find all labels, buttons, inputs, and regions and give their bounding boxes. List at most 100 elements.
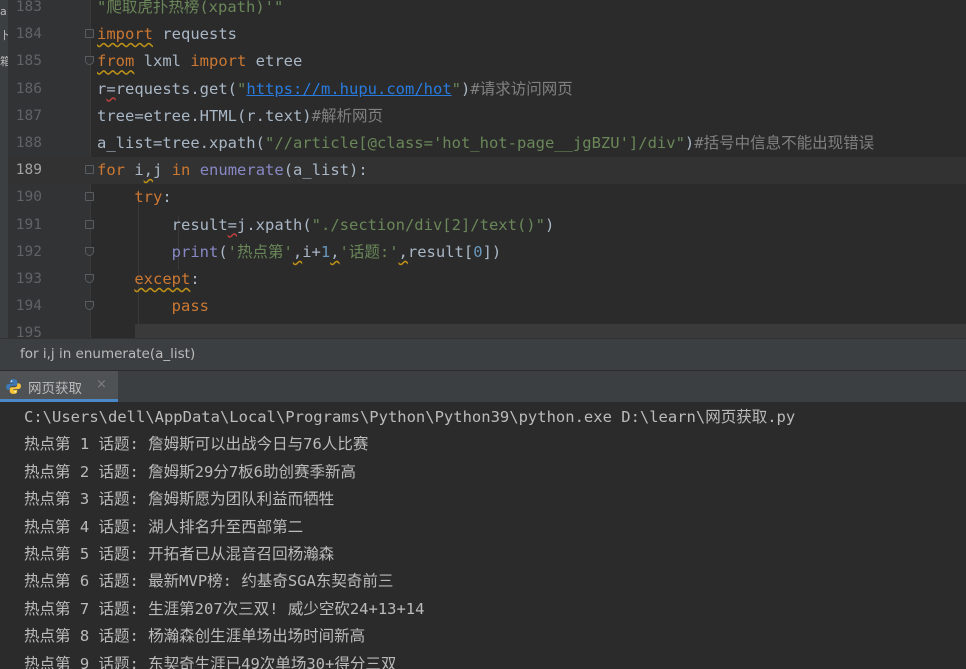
code-token: #请求访问网页 <box>470 79 573 98</box>
code-token: r <box>97 79 107 98</box>
line-number[interactable]: 193 <box>8 266 42 293</box>
code-text: "爬取虎扑热榜(xpath)'" <box>97 0 283 21</box>
code-line[interactable]: 192 print('热点第',i+1,'话题:',result[0]) <box>8 239 966 266</box>
code-token: , <box>398 242 408 261</box>
code-token: ]) <box>482 242 502 261</box>
edge-label-1[interactable]: a <box>0 6 8 18</box>
line-number[interactable]: 190 <box>8 184 42 211</box>
code-editor[interactable]: 183 "爬取虎扑热榜(xpath)'" 184 import requests 185… <box>8 0 966 338</box>
breadcrumb: for i,j in enumerate(a_list) <box>0 338 966 370</box>
line-number[interactable]: 192 <box>8 239 42 266</box>
line-number[interactable]: 184 <box>8 21 42 48</box>
code-line[interactable]: 183 "爬取虎扑热榜(xpath)'" <box>8 0 966 21</box>
fold-marker-icon[interactable] <box>85 219 94 229</box>
code-line[interactable]: 186 r=requests.get( "https://m.hupu.com/ho… <box>8 76 966 103</box>
code-line[interactable]: 194 pass <box>8 293 966 320</box>
code-text: result=j.xpath("./section/div[2]/text()"… <box>97 212 555 239</box>
code-text: for i,j in enumerate(a_list): <box>97 157 368 184</box>
code-token: = <box>227 215 237 234</box>
code-token: https://m.hupu.com/hot <box>246 79 452 98</box>
code-text: try: <box>97 184 171 211</box>
code-token: in <box>171 161 191 180</box>
line-number[interactable]: 194 <box>8 293 42 320</box>
code-token: 0 <box>473 242 483 261</box>
edge-label-2[interactable]: 卜 <box>0 30 8 42</box>
line-number[interactable]: 187 <box>8 103 42 130</box>
code-token: i+ <box>302 242 321 261</box>
line-number[interactable]: 183 <box>8 0 42 21</box>
code-text: import requests <box>97 21 237 48</box>
code-token: "./section/div[2]/text()" <box>311 215 545 234</box>
code-token: j <box>153 161 172 180</box>
edge-label-3[interactable]: 箱 <box>0 56 8 68</box>
line-number[interactable]: 188 <box>8 130 42 157</box>
horizontal-scrollbar[interactable] <box>135 324 966 338</box>
code-line[interactable]: 187 tree=etree.HTML(r.text)#解析网页 <box>8 103 966 130</box>
fold-marker-icon[interactable] <box>85 246 94 256</box>
code-token: "//article[@class='hot_hot-page__jgBZU']… <box>264 134 685 152</box>
code-token: print <box>171 242 219 261</box>
fold-marker-icon[interactable] <box>85 29 94 39</box>
code-token: pass <box>171 297 209 316</box>
code-line[interactable]: 191 result=j.xpath("./section/div[2]/tex… <box>8 212 966 239</box>
code-token: except <box>134 270 191 288</box>
code-token: try <box>134 188 163 207</box>
close-icon[interactable]: × <box>96 377 107 392</box>
code-token: , <box>292 242 303 261</box>
code-line[interactable]: 188 a_list=tree.xpath("//article[@class='… <box>8 130 966 157</box>
code-token: requests.get( <box>115 79 238 98</box>
code-line[interactable]: 184 import requests <box>8 21 966 48</box>
fold-marker-icon[interactable] <box>85 192 94 202</box>
fold-marker-icon[interactable] <box>85 165 94 175</box>
code-token: for <box>97 161 125 180</box>
line-number[interactable]: 195 <box>8 320 42 338</box>
console-command-line: C:\Users\dell\AppData\Local\Programs\Pyt… <box>24 408 796 426</box>
code-token: lxml <box>134 52 191 71</box>
console-output-line: 热点第 6 话题: 最新MVP榜: 约基奇SGA东契奇前三 <box>24 572 394 591</box>
run-tab-webpage-fetch[interactable]: 网页获取 × <box>0 371 118 402</box>
code-token: " <box>451 79 462 98</box>
code-token: ) <box>684 134 695 152</box>
fold-marker-icon[interactable] <box>85 301 94 311</box>
breadcrumb-item[interactable]: for i,j in enumerate(a_list) <box>20 346 195 362</box>
code-text: tree=etree.HTML(r.text)#解析网页 <box>97 103 383 130</box>
console-output-line: 热点第 5 话题: 开拓者已从混音召回杨瀚森 <box>24 545 335 563</box>
run-console-output[interactable]: C:\Users\dell\AppData\Local\Programs\Pyt… <box>0 402 966 669</box>
line-number[interactable]: 185 <box>8 48 42 75</box>
line-number[interactable]: 189 <box>8 157 42 184</box>
console-output-line: 热点第 9 话题: 东契奇生涯已49次单场30+得分三双 <box>24 654 397 669</box>
code-text: print('热点第',i+1,'话题:',result[0]) <box>97 239 502 266</box>
code-token: , <box>143 161 154 180</box>
console-output-line: 热点第 8 话题: 杨瀚森创生涯单场出场时间新高 <box>24 627 366 646</box>
line-number[interactable]: 186 <box>8 76 42 103</box>
run-tab-label: 网页获取 <box>28 381 82 397</box>
code-token: requests <box>153 25 237 44</box>
code-line[interactable]: 193 except: <box>8 266 966 293</box>
console-output-line: 热点第 1 话题: 詹姆斯可以出战今日与76人比赛 <box>24 435 369 454</box>
code-line[interactable]: 185 from lxml import etree <box>8 48 966 75</box>
code-token: #解析网页 <box>311 106 383 125</box>
code-token: , <box>330 242 340 261</box>
code-token: "爬取虎扑热榜(xpath)'" <box>97 0 284 16</box>
fold-marker-icon[interactable] <box>85 274 94 283</box>
console-output-line: 热点第 2 话题: 詹姆斯29分7板6助创赛季新高 <box>24 462 356 481</box>
code-token: ) <box>461 79 471 98</box>
line-number[interactable]: 191 <box>8 212 42 239</box>
console-output-line: 热点第 7 话题: 生涯第207次三双! 威少空砍24+13+14 <box>24 599 425 618</box>
code-token: result <box>97 215 228 234</box>
code-line[interactable]: 189 for i,j in enumerate(a_list): <box>8 157 966 185</box>
code-token: = <box>106 79 116 98</box>
code-line[interactable]: 190 try: <box>8 184 966 211</box>
code-token: #括号中信息不能出现错误 <box>694 134 875 152</box>
code-token: ) <box>544 215 555 234</box>
code-text: except: <box>97 266 199 293</box>
code-token: ( <box>218 242 228 261</box>
code-text: a_list=tree.xpath("//article[@class='hot… <box>97 130 874 157</box>
code-token: j.xpath( <box>237 215 312 234</box>
code-token: 1 <box>320 242 331 261</box>
code-token: result[ <box>407 242 474 261</box>
fold-marker-icon[interactable] <box>85 56 94 66</box>
